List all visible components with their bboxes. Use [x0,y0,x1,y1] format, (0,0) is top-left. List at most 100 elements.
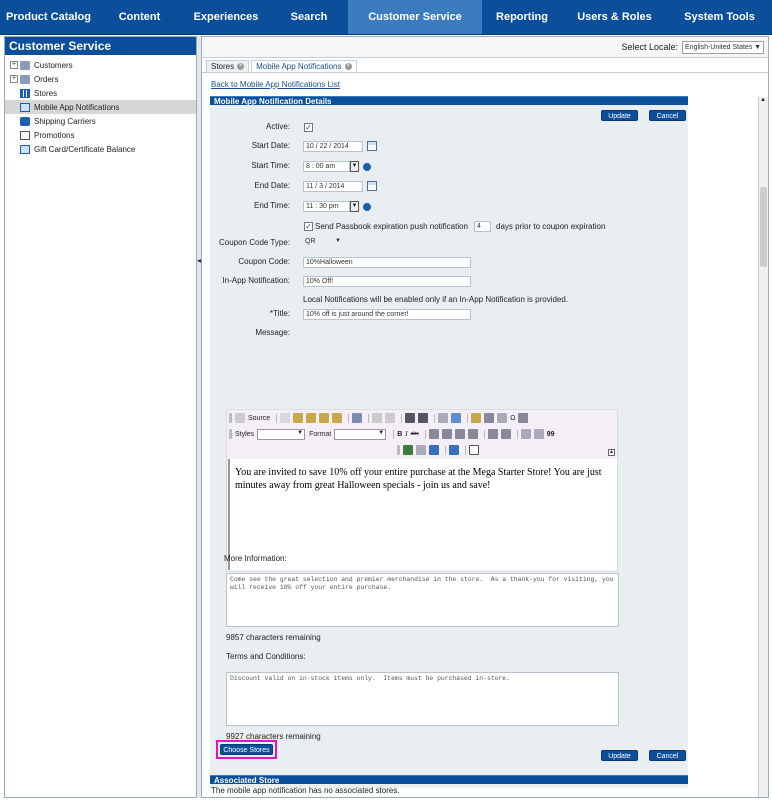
copy-icon[interactable] [293,413,304,423]
outdent-icon[interactable] [520,429,531,439]
sidebar-item-orders[interactable]: + Orders [5,72,196,86]
align-justify-icon[interactable] [467,429,478,439]
bulleted-list-icon[interactable] [500,429,511,439]
promotion-icon [20,130,30,140]
start-time-input[interactable]: 8 : 00 am [303,161,350,172]
expand-icon[interactable]: + [10,61,18,69]
strikethrough-icon[interactable]: abc [411,431,419,437]
start-date-input[interactable]: 10 / 22 / 2014 [303,141,363,152]
unlink-icon[interactable] [416,445,426,455]
align-right-icon[interactable] [454,429,465,439]
sidebar-item-label: Promotions [34,130,75,140]
nav-product-catalog[interactable]: Product Catalog [0,0,97,34]
sidebar-item-promotions[interactable]: Promotions [5,128,196,142]
close-icon[interactable]: × [237,63,245,70]
link-icon[interactable] [403,445,413,455]
scrollbar-thumb[interactable] [760,187,767,267]
end-time-dropdown[interactable]: ▼ [350,201,359,212]
nav-content[interactable]: Content [97,0,182,34]
calendar-icon[interactable] [367,141,377,151]
editor-toolbar-row-3 [397,444,482,456]
italic-icon[interactable]: I [405,430,407,438]
table-icon[interactable] [484,413,495,423]
details-section-title: Mobile App Notification Details [210,96,688,106]
indent-icon[interactable] [533,429,544,439]
cancel-button-bottom[interactable]: Cancel [649,750,686,761]
special-char-icon[interactable]: Ω [510,415,515,422]
numbered-list-icon[interactable] [487,429,498,439]
styles-select[interactable]: ▼ [257,428,306,440]
redo-icon[interactable] [385,413,396,423]
clock-icon[interactable] [363,163,371,171]
back-link[interactable]: Back to Mobile App Notifications List [211,80,340,89]
sidebar-item-customers[interactable]: + Customers [5,58,196,72]
sidebar-item-label: Stores [34,88,58,98]
nav-reporting[interactable]: Reporting [482,0,562,34]
nav-experiences[interactable]: Experiences [182,0,270,34]
clock-icon[interactable] [363,203,371,211]
anchor-icon[interactable] [429,445,439,455]
scroll-up-icon[interactable]: ▲ [760,97,766,103]
nav-users-roles[interactable]: Users & Roles [562,0,667,34]
active-checkbox[interactable]: ✓ [304,123,313,132]
expand-icon[interactable]: + [10,75,18,83]
collapse-toolbar-icon[interactable]: ▲ [608,449,615,456]
tab-mobile-app-notifications[interactable]: Mobile App Notifications × [251,60,357,72]
image-icon[interactable] [471,413,482,423]
undo-icon[interactable] [372,413,383,423]
sidebar-item-gift-card-balance[interactable]: Gift Card/Certificate Balance [5,142,196,156]
cancel-button[interactable]: Cancel [649,110,686,121]
sidebar-item-shipping-carriers[interactable]: Shipping Carriers [5,114,196,128]
sidebar-item-stores[interactable]: Stores [5,86,196,100]
nav-system-tools[interactable]: System Tools [667,0,772,34]
nav-customer-service[interactable]: Customer Service [348,0,482,34]
blockquote-icon[interactable]: 99 [547,431,555,438]
nav-search[interactable]: Search [270,0,348,34]
title-input[interactable]: 10% off is just around the corner! [303,309,471,320]
update-button[interactable]: Update [601,110,638,121]
paste-icon[interactable] [306,413,317,423]
close-icon[interactable]: × [344,63,352,70]
align-center-icon[interactable] [441,429,452,439]
end-date-input[interactable]: 11 / 3 / 2014 [303,181,363,192]
align-left-icon[interactable] [428,429,439,439]
page-break-icon[interactable] [518,413,529,423]
remove-format-icon[interactable] [451,413,462,423]
format-select[interactable]: ▼ [334,428,387,440]
horizontal-rule-icon[interactable] [497,413,508,423]
sidebar-item-mobile-app-notifications[interactable]: Mobile App Notifications [5,100,196,114]
terms-textarea[interactable]: Discount valid on in-stock items only. I… [226,672,619,726]
locale-select[interactable]: English-United States ▼ [682,40,764,54]
scrollbar[interactable]: ▲ [758,97,768,797]
paste-text-icon[interactable] [319,413,330,423]
spellcheck-icon[interactable] [352,413,363,423]
message-label: Message: [255,328,290,337]
sidebar: Customer Service + Customers + Orders St… [4,36,197,798]
find-icon[interactable] [405,413,416,423]
end-time-input[interactable]: 11 : 30 pm [303,201,350,212]
select-all-icon[interactable] [438,413,449,423]
help-icon[interactable] [469,445,479,455]
source-icon[interactable] [235,413,245,423]
coupon-code-input[interactable]: 10%Halloween [303,257,471,268]
cut-icon[interactable] [280,413,291,423]
bold-icon[interactable]: B [397,431,402,438]
globe-icon[interactable] [449,445,459,455]
sidebar-item-label: Gift Card/Certificate Balance [34,144,136,154]
paste-word-icon[interactable] [332,413,343,423]
calendar-icon[interactable] [367,181,377,191]
start-time-dropdown[interactable]: ▼ [350,161,359,172]
locale-bar: Select Locale: English-United States ▼ [202,37,768,58]
tab-stores[interactable]: Stores × [206,60,250,72]
coupon-type-select[interactable]: QR ▼ [303,237,343,248]
inapp-input[interactable]: 10% Off! [303,276,471,287]
more-info-textarea[interactable]: Come see the great selection and premier… [226,573,619,627]
replace-icon[interactable] [418,413,429,423]
source-label[interactable]: Source [248,415,270,422]
tab-label: Mobile App Notifications [256,62,342,71]
passbook-days-input[interactable]: 4 [474,221,491,232]
update-button-bottom[interactable]: Update [601,750,638,761]
passbook-checkbox[interactable]: ✓ [304,222,313,231]
choose-stores-button[interactable]: Choose Stores [220,744,273,755]
locale-label: Select Locale: [621,42,678,52]
